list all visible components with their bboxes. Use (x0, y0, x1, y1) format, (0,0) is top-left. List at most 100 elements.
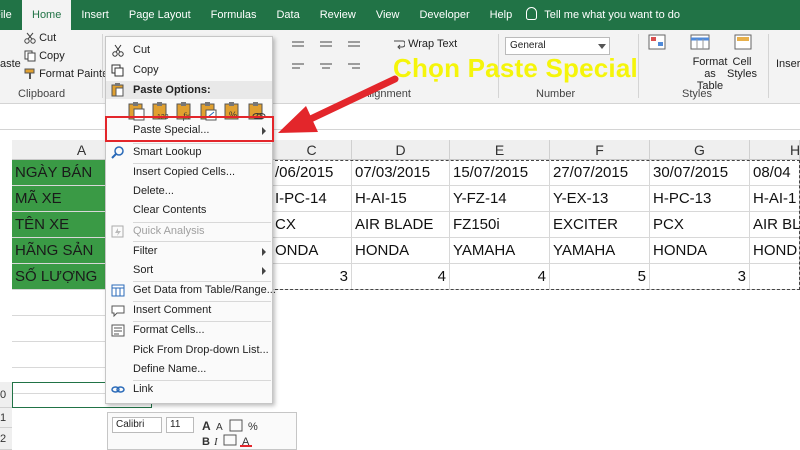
insert-cells-button[interactable]: Insert (776, 58, 800, 70)
cell-a-so-luong[interactable]: SỐ LƯỢNG (12, 264, 106, 290)
annotation-text: Chọn Paste Special (393, 53, 638, 83)
quick-analysis-icon (111, 225, 124, 238)
format-as-table-icon-wrap[interactable] (690, 34, 712, 57)
svg-text:B: B (202, 436, 210, 447)
menu-item-label: Clear Contents (133, 204, 207, 216)
menu-item-insert-copied-cells[interactable]: Insert Copied Cells... (106, 163, 272, 182)
mini-font-value: Calibri (116, 419, 145, 430)
group-styles-label: Styles (682, 88, 712, 100)
format-painter-label: Format Painter (39, 68, 112, 80)
tab-data[interactable]: Data (266, 0, 309, 30)
conditional-format-icon[interactable] (648, 34, 668, 57)
search-icon (111, 146, 124, 159)
copy-button[interactable]: Copy (24, 50, 65, 62)
cell-a-ngay-ban[interactable]: NGÀY BÁN (12, 160, 106, 186)
menu-item-label: Copy (133, 64, 159, 76)
copy-marquee (270, 160, 800, 290)
menu-item-label: Insert Comment (133, 304, 212, 316)
chevron-right-icon (262, 267, 266, 275)
tab-developer-label: Developer (419, 9, 470, 21)
tab-home[interactable]: Home (22, 0, 72, 30)
format-painter-button[interactable]: Format Painter (24, 68, 112, 80)
paste-button[interactable]: aste (0, 58, 21, 70)
mini-format-icons: A A % B I A (202, 419, 258, 447)
copy-icon (24, 50, 36, 62)
ribbon-separator (102, 34, 103, 98)
menu-item-label: Insert Copied Cells... (133, 166, 236, 178)
menu-item-label: Quick Analysis (133, 225, 205, 237)
context-menu: Cut Copy Paste Options: 123 fx % Paste S… (105, 36, 276, 404)
menu-item-define-name[interactable]: Define Name... (106, 360, 272, 379)
chevron-right-icon (262, 248, 266, 256)
menu-item-label: Pick From Drop-down List... (133, 344, 269, 356)
tab-developer[interactable]: Developer (409, 0, 479, 30)
paste-options-label: Paste Options: (133, 84, 211, 96)
cell-empty[interactable] (12, 290, 106, 316)
cell-a-hang-san[interactable]: HÃNG SẢN (12, 238, 106, 264)
cell-a-ten-xe[interactable]: TÊN XE (12, 212, 106, 238)
tab-home-label: Home (32, 9, 62, 21)
menu-item-label: Define Name... (133, 363, 207, 375)
menu-item-label: Smart Lookup (133, 146, 202, 158)
menu-item-smart-lookup[interactable]: Smart Lookup (106, 143, 272, 162)
menu-item-format-cells[interactable]: Format Cells... (106, 321, 272, 340)
menu-item-copy[interactable]: Copy (106, 61, 272, 80)
column-header-g[interactable]: G (650, 140, 750, 160)
lightbulb-icon (526, 7, 538, 20)
cut-button[interactable]: Cut (24, 32, 56, 44)
mini-size-select[interactable]: 11 (166, 417, 194, 433)
menu-item-filter[interactable]: Filter (106, 242, 272, 261)
tell-me-box[interactable]: Tell me what you want to do (522, 0, 680, 30)
svg-text:I: I (213, 436, 219, 447)
tab-insert[interactable]: Insert (71, 0, 119, 30)
format-as-table-button[interactable]: Format as Table (692, 56, 728, 92)
row-header[interactable]: 1 (0, 408, 12, 428)
wrap-text-icon (394, 40, 406, 50)
cut-label: Cut (39, 32, 57, 44)
column-header-c[interactable]: C (272, 140, 352, 160)
cell-styles-icon-wrap[interactable] (734, 34, 754, 57)
svg-text:%: % (248, 421, 258, 433)
column-header-d[interactable]: D (352, 140, 450, 160)
mini-size-value: 11 (170, 419, 181, 430)
tab-data-label: Data (276, 9, 300, 21)
mini-toolbar: Calibri 11 A A % B I A (107, 412, 297, 450)
cell-empty[interactable] (12, 342, 106, 368)
paste-options-header: Paste Options: (106, 81, 272, 99)
group-alignment-label: Alignment (362, 88, 411, 100)
tab-review[interactable]: Review (310, 0, 366, 30)
format-cells-icon (111, 324, 125, 337)
menu-item-sort[interactable]: Sort (106, 261, 272, 280)
tab-view[interactable]: View (366, 0, 410, 30)
menu-item-pick-from-list[interactable]: Pick From Drop-down List... (106, 341, 272, 360)
tab-file[interactable]: File (0, 0, 22, 30)
wrap-text-button[interactable]: Wrap Text (393, 38, 457, 50)
cell-a-ma-xe[interactable]: MÃ XE (12, 186, 106, 212)
paste-label: aste (0, 58, 21, 70)
tab-page-layout[interactable]: Page Layout (119, 0, 201, 30)
wrap-text-label: Wrap Text (408, 38, 458, 50)
tab-help[interactable]: Help (480, 0, 523, 30)
menu-item-delete[interactable]: Delete... (106, 182, 272, 201)
chevron-down-icon (598, 44, 606, 49)
menu-item-label: Filter (133, 245, 158, 257)
row-header[interactable]: 2 (0, 428, 12, 450)
row-header[interactable]: 0 (0, 382, 12, 408)
paintbrush-icon (24, 68, 35, 80)
menu-item-label: Link (133, 383, 154, 395)
menu-item-get-data[interactable]: Get Data from Table/Range... (106, 281, 276, 300)
tab-formulas[interactable]: Formulas (201, 0, 267, 30)
column-header-e[interactable]: E (450, 140, 550, 160)
menu-item-label: Sort (133, 264, 154, 276)
mini-font-select[interactable]: Calibri (112, 417, 162, 433)
column-header-h[interactable]: H (750, 140, 800, 160)
menu-item-insert-comment[interactable]: Insert Comment (106, 301, 272, 320)
column-header-f[interactable]: F (550, 140, 650, 160)
menu-item-label: Get Data from Table/Range... (133, 284, 276, 296)
align-icons[interactable] (290, 38, 390, 81)
menu-item-cut[interactable]: Cut (106, 41, 272, 60)
menu-item-link[interactable]: Link (106, 380, 272, 399)
menu-item-clear-contents[interactable]: Clear Contents (106, 201, 272, 220)
cell-styles-button[interactable]: Cell Styles (727, 56, 757, 80)
cell-empty[interactable] (12, 316, 106, 342)
